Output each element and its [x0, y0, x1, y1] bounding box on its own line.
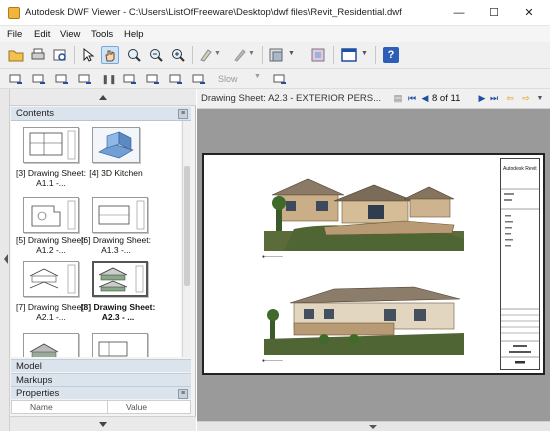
print-preview-icon[interactable]: [52, 47, 68, 63]
chevron-down-icon[interactable]: ▼: [361, 50, 369, 60]
chevron-down-icon[interactable]: ▼: [214, 50, 222, 60]
previous-frame-icon[interactable]: [31, 71, 47, 87]
kitchen-thumbnail-image: [92, 127, 140, 163]
elevation-thumbnail-image: [23, 261, 79, 297]
menu-file[interactable]: File: [7, 29, 22, 40]
column-divider: [107, 401, 108, 413]
drawing-sheet[interactable]: ●───── ●───── Autodesk Revit: [202, 153, 545, 375]
window-title: Autodesk DWF Viewer - C:\Users\ListOfFre…: [25, 7, 402, 18]
exterior-perspective-top: [264, 169, 464, 251]
animation-toolbar: ❚❚ Slow ▼: [0, 69, 550, 89]
first-frame-icon[interactable]: [8, 71, 24, 87]
close-button[interactable]: ✕: [516, 4, 542, 22]
canvas-bottom-edge: [197, 421, 550, 431]
fit-to-window-icon[interactable]: [170, 47, 186, 63]
menu-help[interactable]: Help: [124, 29, 144, 40]
open-folder-icon[interactable]: [8, 47, 24, 63]
last-sheet-icon[interactable]: ⏭: [489, 93, 499, 104]
toolbar-separator: [262, 46, 263, 64]
previous-sheet-icon[interactable]: ◀: [420, 93, 430, 104]
panel-collapse-strip[interactable]: [0, 89, 10, 431]
menu-bar: File Edit View Tools Help: [0, 26, 550, 42]
first-sheet-icon[interactable]: ⏮: [407, 93, 417, 104]
scrollbar-thumb[interactable]: [184, 166, 190, 286]
toolbar-separator: [74, 46, 75, 64]
select-arrow-icon[interactable]: [80, 47, 96, 63]
sheet-thumbnail-image: [23, 127, 79, 163]
back-icon[interactable]: ⇦: [505, 93, 515, 104]
speed-select[interactable]: Slow: [218, 74, 238, 84]
thumbnail-list: [3] Drawing Sheet: A1.1 -... [4] 3D Kitc…: [11, 121, 181, 357]
layers-icon[interactable]: [268, 46, 286, 64]
toolbar-separator: [192, 46, 193, 64]
view-label-icon: ●─────: [262, 358, 283, 364]
contents-header[interactable]: Contents ≡: [11, 107, 191, 121]
name-column-header[interactable]: Name: [30, 402, 53, 412]
chevron-down-icon[interactable]: ▼: [535, 93, 545, 104]
pen-icon[interactable]: [232, 47, 248, 63]
minimize-button[interactable]: —: [446, 4, 472, 22]
chevron-down-icon[interactable]: ▼: [254, 73, 262, 83]
app-icon: [8, 7, 20, 19]
chevron-down-icon[interactable]: ▼: [288, 50, 296, 60]
window-layout-icon[interactable]: [340, 46, 358, 64]
render-thumbnail-image: [23, 333, 79, 357]
properties-table: Name Value: [11, 400, 191, 414]
thumbnail-caption: [8] Drawing Sheet: A2.3 - ...: [80, 302, 156, 322]
collapse-icon[interactable]: ≡: [178, 389, 188, 399]
exterior-perspective-bottom: [264, 273, 464, 355]
next-sheet-icon[interactable]: ▶: [477, 93, 487, 104]
chevron-down-icon[interactable]: ▼: [248, 50, 256, 60]
pan-hand-icon[interactable]: [101, 46, 119, 64]
title-bar: Autodesk DWF Viewer - C:\Users\ListOfFre…: [0, 0, 550, 26]
properties-section-header[interactable]: Properties ≡: [11, 386, 191, 399]
model-section-header[interactable]: Model: [11, 359, 191, 372]
zoom-icon[interactable]: [148, 47, 164, 63]
sheet-title: Drawing Sheet: A2.3 - EXTERIOR PERS...: [201, 93, 382, 104]
markups-label: Markups: [16, 375, 53, 386]
next-frame-icon[interactable]: [168, 71, 184, 87]
forward-icon[interactable]: ⇨: [521, 93, 531, 104]
sheet-list-icon[interactable]: ▤: [393, 93, 403, 104]
help-icon[interactable]: ?: [383, 47, 399, 63]
toolbar-separator: [333, 46, 334, 64]
panel-scroll-down-button[interactable]: [10, 416, 196, 431]
sheet-navigation-bar: Drawing Sheet: A2.3 - EXTERIOR PERS... ▤…: [197, 89, 550, 109]
value-column-header[interactable]: Value: [126, 402, 147, 412]
page-indicator: 8 of 11: [432, 93, 461, 104]
animation-settings-icon[interactable]: [272, 71, 288, 87]
play-back-icon[interactable]: [77, 71, 93, 87]
toolbar-separator: [375, 46, 376, 64]
title-block: Autodesk Revit: [500, 158, 540, 370]
contents-title: Contents: [16, 108, 55, 119]
panel-scroll-up-button[interactable]: [10, 89, 196, 106]
maximize-button[interactable]: ☐: [481, 4, 507, 22]
menu-edit[interactable]: Edit: [34, 29, 50, 40]
render-thumbnail-image: [92, 333, 148, 357]
sheet-thumbnail-image: [92, 197, 148, 233]
main-toolbar: ▼ ▼ ▼ ▼ ?: [0, 42, 550, 69]
model-label: Model: [16, 361, 42, 372]
menu-tools[interactable]: Tools: [91, 29, 113, 40]
elevation-thumbnail-image: [92, 261, 148, 297]
zoom-rectangle-icon[interactable]: [126, 47, 142, 63]
rewind-icon[interactable]: [54, 71, 70, 87]
drawing-canvas[interactable]: ●───── ●───── Autodesk Revit: [197, 109, 550, 421]
play-icon[interactable]: [122, 71, 138, 87]
gallery-icon[interactable]: [310, 47, 326, 63]
thumbnail-scrollbar[interactable]: [182, 121, 191, 357]
view-label-icon: ●─────: [262, 254, 283, 260]
markups-section-header[interactable]: Markups: [11, 373, 191, 386]
sheet-thumbnail-image: [23, 197, 79, 233]
properties-label: Properties: [16, 388, 60, 399]
highlighter-icon[interactable]: [198, 47, 214, 63]
thumbnail-caption: [4] 3D Kitchen: [89, 168, 143, 178]
thumbnail-caption: [6] Drawing Sheet: A1.3 -...: [81, 235, 151, 255]
last-frame-icon[interactable]: [191, 71, 207, 87]
menu-view[interactable]: View: [60, 29, 80, 40]
fast-forward-icon[interactable]: [145, 71, 161, 87]
collapse-icon[interactable]: ≡: [178, 109, 188, 119]
print-icon[interactable]: [30, 47, 46, 63]
pause-icon[interactable]: ❚❚: [101, 71, 117, 87]
